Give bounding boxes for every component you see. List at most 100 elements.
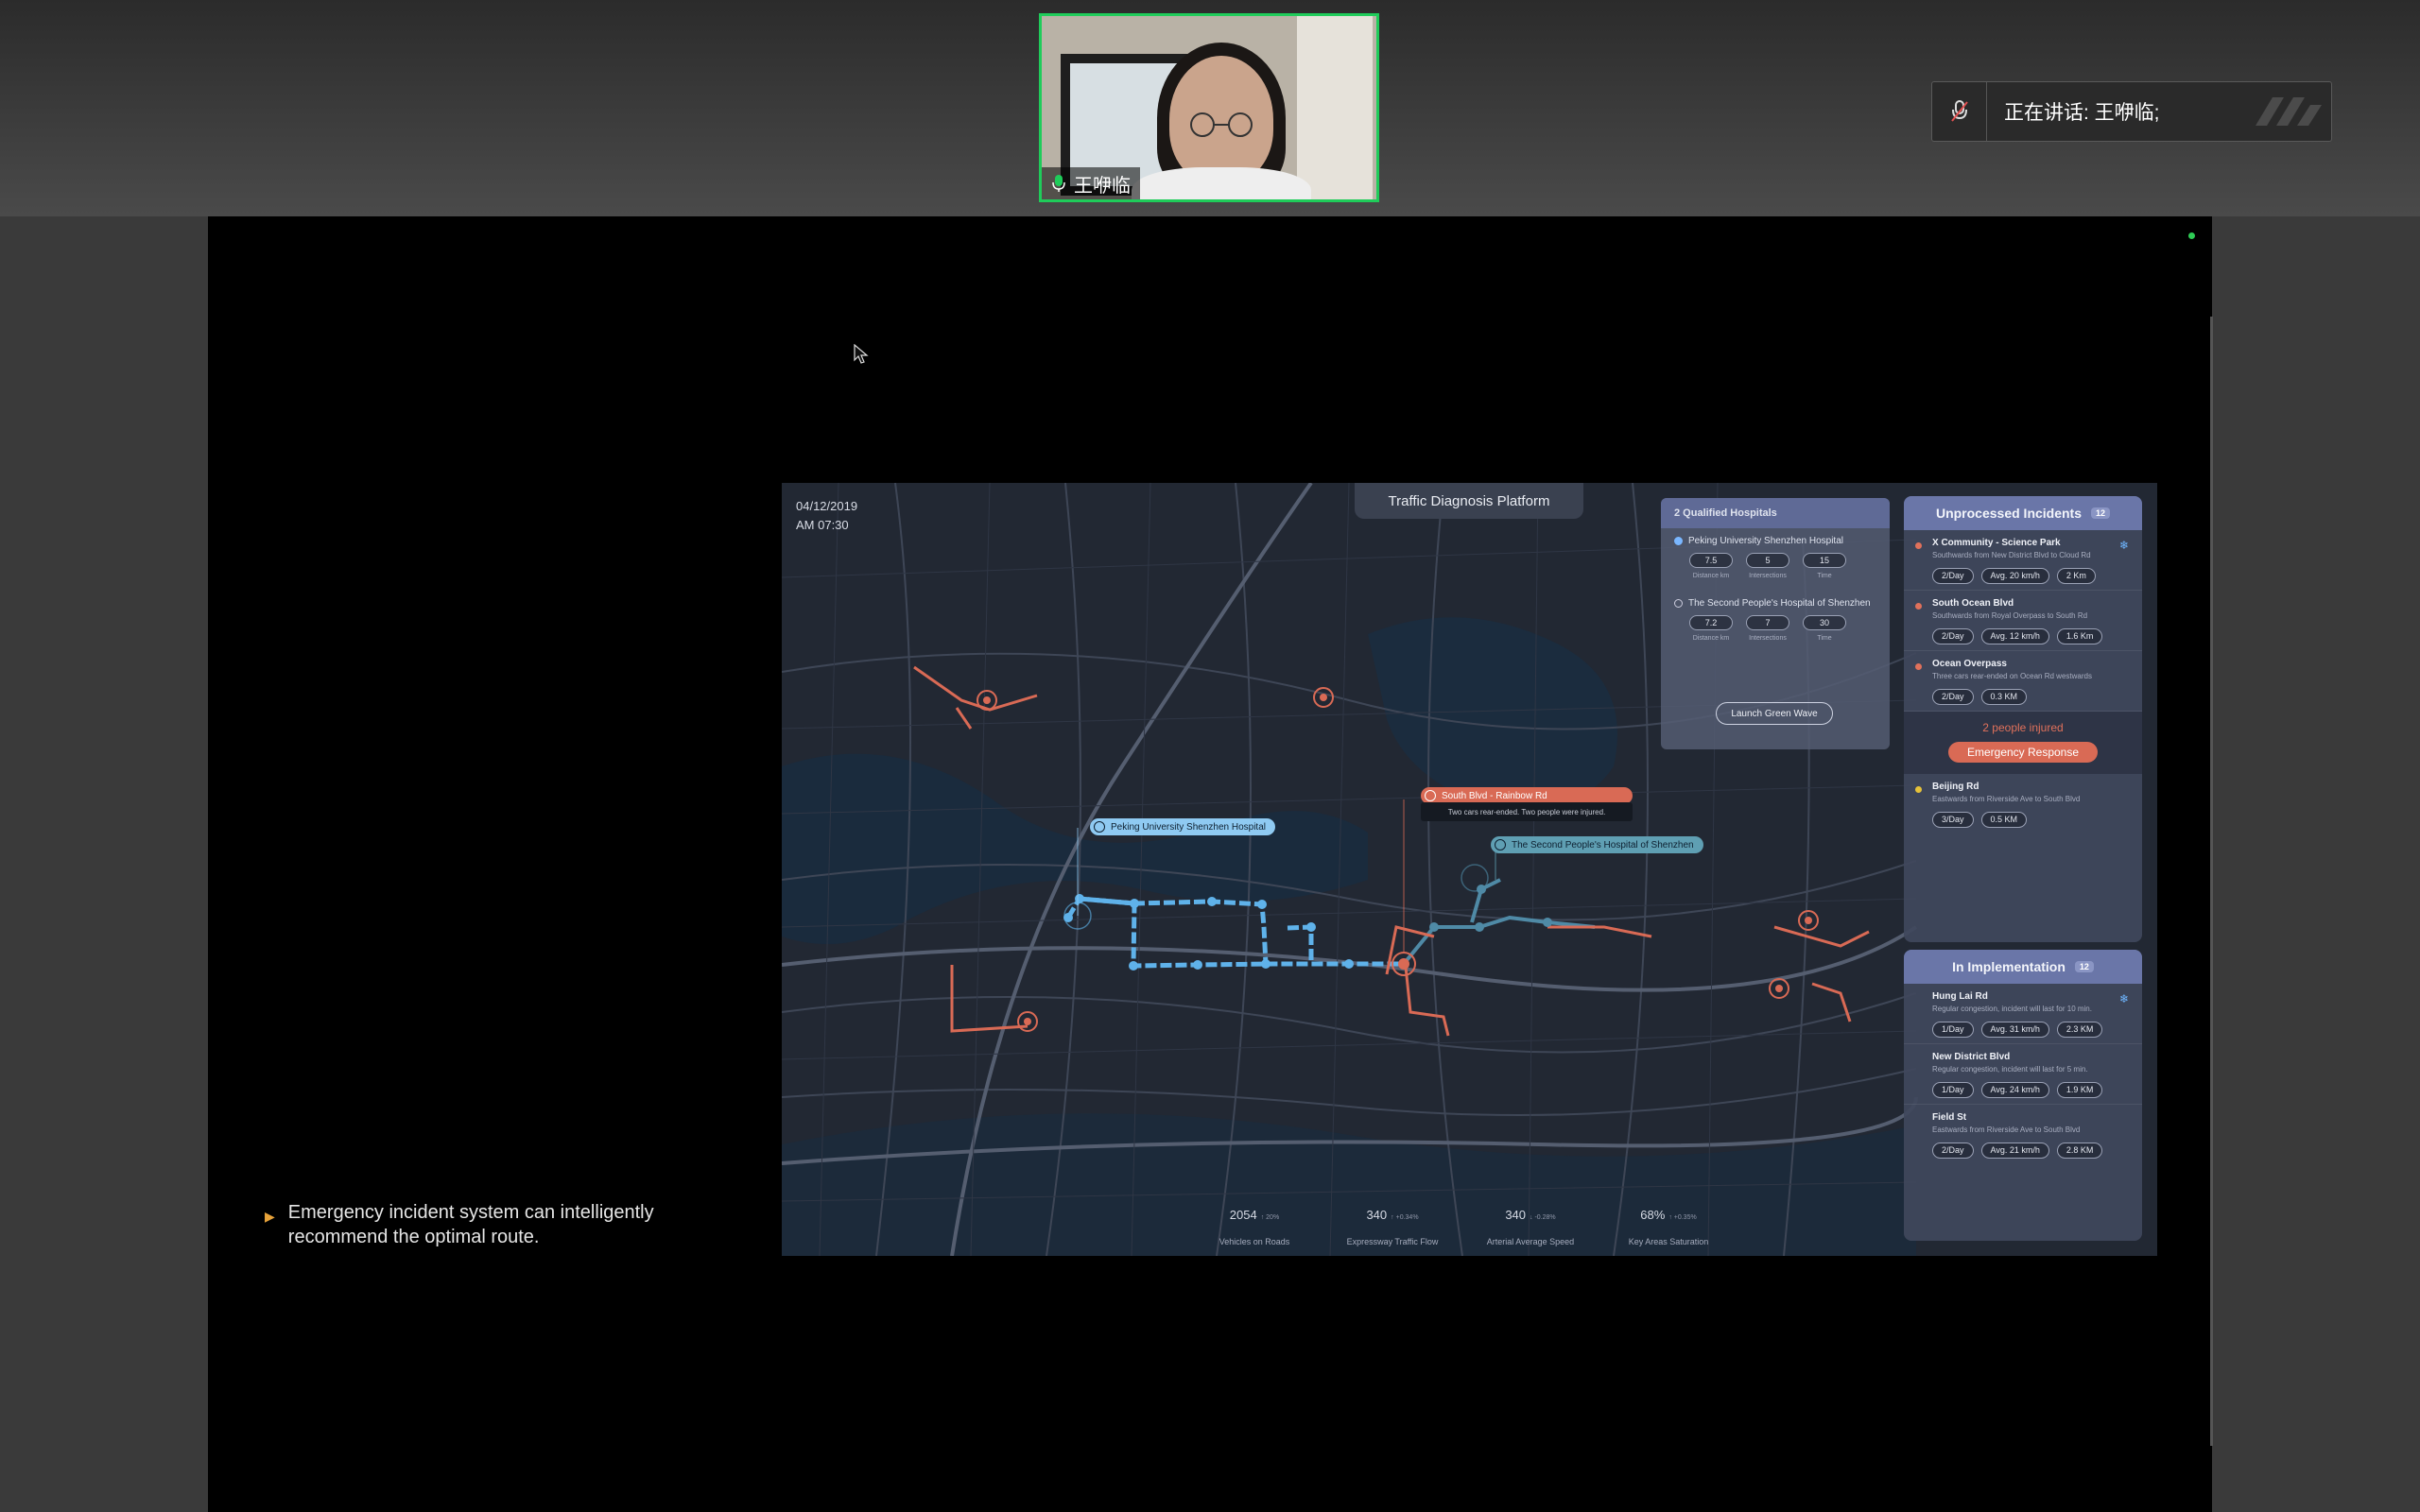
incident-name: X Community - Science Park — [1932, 538, 2061, 548]
frequency-chip: 2/Day — [1932, 1143, 1974, 1159]
implementation-name: New District Blvd — [1932, 1052, 2011, 1062]
incident-item[interactable]: South Ocean Blvd Southwards from Royal O… — [1904, 591, 2142, 651]
map-label-hospital-b[interactable]: The Second People's Hospital of Shenzhen — [1491, 836, 1703, 853]
bullet-arrow-icon: ▶ — [265, 1209, 275, 1224]
warning-icon — [1425, 790, 1436, 801]
speaking-text: 正在讲话: 王咿临; — [2004, 102, 2160, 124]
stat-value: 340 — [1505, 1208, 1527, 1222]
incident-status-dot — [1915, 542, 1922, 549]
qualified-hospitals-panel: 2 Qualified Hospitals Peking University … — [1661, 498, 1890, 749]
incident-item[interactable]: Beijing Rd Eastwards from Riverside Ave … — [1904, 774, 2142, 833]
speed-chip: Avg. 20 km/h — [1980, 568, 2049, 584]
stat-delta: ↑ 20% — [1260, 1214, 1280, 1221]
date-time: 04/12/2019 AM 07:30 — [796, 497, 857, 535]
length-chip: 0.5 KM — [1980, 812, 2028, 828]
frequency-chip: 3/Day — [1932, 812, 1974, 828]
stat-arterial: 340 ↓ -0.28% Arterial Average Speed — [1474, 1207, 1587, 1246]
injury-alert: 2 people injured Emergency Response — [1904, 712, 2142, 774]
radio-unselected-icon[interactable] — [1674, 599, 1683, 608]
length-chip: 2 Km — [2056, 568, 2096, 584]
implementation-desc: Eastwards from Riverside Ave to South Bl… — [1932, 1125, 2081, 1134]
hospital-name: Peking University Shenzhen Hospital — [1688, 536, 1843, 546]
injured-text: 2 people injured — [1982, 721, 2064, 734]
time-caption: Time — [1817, 573, 1832, 579]
unprocessed-panel-header: Unprocessed Incidents 12 — [1904, 496, 2142, 530]
meeting-top-bar: 王咿临 正在讲话: 王咿临; — [0, 0, 2420, 216]
length-chip: 2.8 KM — [2056, 1143, 2103, 1159]
stat-delta: ↑ +0.35% — [1668, 1214, 1697, 1221]
sharing-status-dot — [2188, 232, 2195, 239]
speed-chip: Avg. 12 km/h — [1980, 628, 2049, 644]
shared-screen-scrollbar[interactable] — [2210, 317, 2213, 1446]
muted-microphone-icon[interactable] — [1932, 82, 1987, 141]
caption-text: Emergency incident system can intelligen… — [287, 1202, 654, 1247]
unprocessed-title: Unprocessed Incidents — [1935, 506, 2083, 521]
length-chip: 2.3 KM — [2056, 1022, 2103, 1038]
incident-desc: Southwards from Royal Overpass to South … — [1932, 611, 2088, 620]
frequency-chip: 1/Day — [1932, 1082, 1974, 1098]
microphone-icon — [1052, 175, 1065, 192]
implementation-desc: Regular congestion, incident will last f… — [1932, 1065, 2088, 1074]
hospital-option[interactable]: Peking University Shenzhen Hospital 7.5 D… — [1661, 528, 1890, 579]
participant-name-tag: 王咿临 — [1042, 167, 1140, 199]
map-label-incident-text: South Blvd - Rainbow Rd — [1442, 790, 1547, 801]
snowflake-icon: ❄ — [2118, 992, 2129, 1005]
participant-name: 王咿临 — [1074, 175, 1131, 197]
hospital-icon — [1495, 839, 1506, 850]
stat-value: 68% — [1640, 1208, 1666, 1222]
traffic-stats-bar: 2054 ↑ 20% Vehicles on Roads 340 ↑ +0.34% … — [1198, 1207, 1725, 1246]
intersections-caption: Intersections — [1749, 635, 1787, 642]
hospital-option[interactable]: The Second People's Hospital of Shenzhen… — [1661, 579, 1890, 642]
in-implementation-panel: In Implementation 12 ❄ Hung Lai Rd Regul… — [1904, 950, 2142, 1241]
traffic-dashboard-slide: 04/12/2019 AM 07:30 Traffic Diagnosis Pl… — [782, 483, 2157, 1256]
implementation-item[interactable]: New District Blvd Regular congestion, in… — [1904, 1044, 2142, 1105]
stat-delta: ↑ +0.34% — [1391, 1214, 1419, 1221]
implementation-item[interactable]: ❄ Hung Lai Rd Regular congestion, incide… — [1904, 984, 2142, 1044]
radio-selected-icon[interactable] — [1674, 537, 1683, 545]
stat-saturation: 68% ↑ +0.35% Key Areas Saturation — [1612, 1207, 1725, 1246]
dashboard-time: AM 07:30 — [796, 518, 849, 532]
implementation-name: Field St — [1932, 1112, 1967, 1123]
speaking-indicator: 正在讲话: 王咿临; — [1931, 81, 2332, 142]
frequency-chip: 2/Day — [1932, 568, 1974, 584]
incident-item[interactable]: Ocean Overpass Three cars rear-ended on … — [1904, 651, 2142, 712]
time-caption: Time — [1817, 635, 1832, 642]
unprocessed-count-badge: 12 — [2091, 507, 2111, 519]
implementation-item[interactable]: Field St Eastwards from Riverside Ave to… — [1904, 1105, 2142, 1164]
map-label-hospital-a[interactable]: Peking University Shenzhen Hospital — [1090, 818, 1275, 835]
stat-label: Vehicles on Roads — [1219, 1237, 1290, 1246]
length-chip: 0.3 KM — [1980, 689, 2028, 705]
participant-video-tile[interactable]: 王咿临 — [1039, 13, 1379, 202]
slide-caption: ▶ Emergency incident system can intellig… — [265, 1200, 681, 1249]
app-logo-icon — [2256, 97, 2322, 126]
incident-name: South Ocean Blvd — [1932, 598, 2014, 609]
speed-chip: Avg. 24 km/h — [1980, 1082, 2049, 1098]
length-chip: 1.9 KM — [2056, 1082, 2103, 1098]
hospitals-panel-title: 2 Qualified Hospitals — [1661, 498, 1890, 528]
hospital-name: The Second People's Hospital of Shenzhen — [1688, 598, 1871, 609]
speed-chip: Avg. 31 km/h — [1980, 1022, 2049, 1038]
map-label-hospital-b-text: The Second People's Hospital of Shenzhen — [1512, 839, 1694, 850]
launch-green-wave-button[interactable]: Launch Green Wave — [1716, 702, 1833, 725]
incident-name: Ocean Overpass — [1932, 659, 2007, 669]
length-chip: 1.6 Km — [2056, 628, 2103, 644]
emergency-response-button[interactable]: Emergency Response — [1947, 742, 2099, 763]
speed-chip: Avg. 21 km/h — [1980, 1143, 2049, 1159]
stat-vehicles: 2054 ↑ 20% Vehicles on Roads — [1198, 1207, 1311, 1246]
map-label-hospital-a-text: Peking University Shenzhen Hospital — [1111, 821, 1266, 833]
stat-delta: ↓ -0.28% — [1530, 1214, 1556, 1221]
dashboard-date: 04/12/2019 — [796, 499, 858, 513]
video-person-glasses — [1190, 112, 1253, 137]
time-value: 15 — [1803, 553, 1846, 568]
incident-tooltip: Two cars rear-ended. Two people were inj… — [1421, 802, 1633, 821]
distance-value: 7.5 — [1689, 553, 1733, 568]
implementation-desc: Regular congestion, incident will last f… — [1932, 1005, 2092, 1013]
stat-value: 340 — [1366, 1208, 1388, 1222]
distance-caption: Distance km — [1692, 635, 1730, 642]
distance-caption: Distance km — [1692, 573, 1730, 579]
stat-label: Expressway Traffic Flow — [1346, 1237, 1439, 1246]
incident-item[interactable]: ❄ X Community - Science Park Southwards … — [1904, 530, 2142, 591]
video-person-body — [1132, 167, 1311, 199]
incident-desc: Eastwards from Riverside Ave to South Bl… — [1932, 795, 2081, 803]
incident-status-dot — [1915, 786, 1922, 793]
